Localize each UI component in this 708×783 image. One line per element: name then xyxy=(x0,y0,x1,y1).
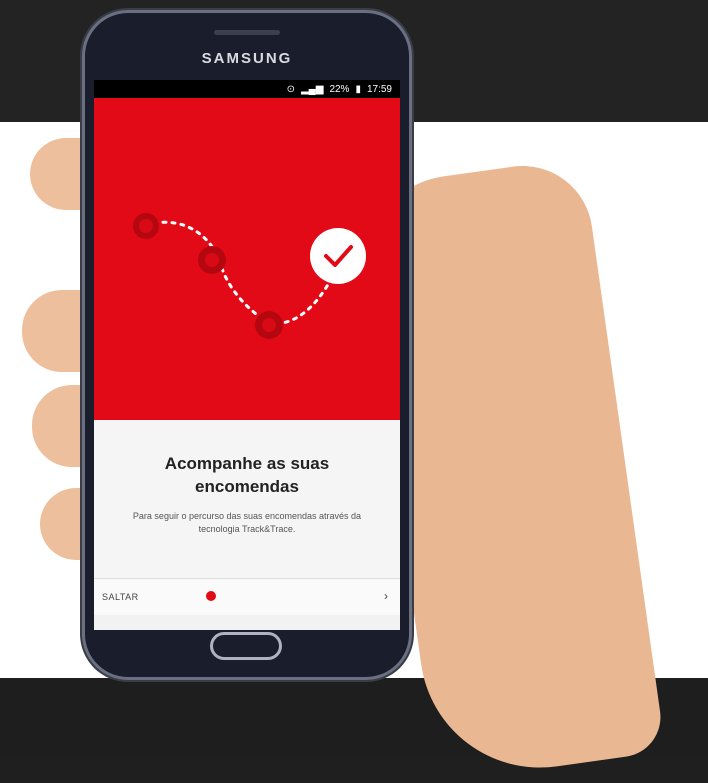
earpiece-speaker xyxy=(214,30,280,35)
route-stop-icon xyxy=(198,246,226,274)
smartphone: SAMSUNG ⊙ ▂▄▆ 22% ▮ 17:59 Acompanhe as s… xyxy=(82,10,412,680)
battery-percentage: 22% xyxy=(329,83,350,95)
page-indicator-dot xyxy=(206,591,216,601)
wifi-icon: ⊙ xyxy=(286,83,295,95)
signal-icon: ▂▄▆ xyxy=(300,83,324,95)
onboarding-navigation: SALTAR › xyxy=(94,578,400,615)
onboarding-description: Para seguir o percurso das suas encomend… xyxy=(132,511,362,534)
onboarding-illustration xyxy=(94,98,400,420)
onboarding-title: Acompanhe as suas encomendas xyxy=(164,454,330,496)
next-button[interactable]: › xyxy=(384,589,388,603)
status-bar: ⊙ ▂▄▆ 22% ▮ 17:59 xyxy=(94,80,400,98)
status-time: 17:59 xyxy=(366,83,392,95)
onboarding-content: Acompanhe as suas encomendas Para seguir… xyxy=(94,420,400,595)
route-stop-icon xyxy=(255,311,283,339)
skip-button[interactable]: SALTAR xyxy=(102,592,139,602)
app-screen: ⊙ ▂▄▆ 22% ▮ 17:59 Acompanhe as suas enco… xyxy=(94,80,400,630)
route-stop-icon xyxy=(133,213,159,239)
home-button[interactable] xyxy=(210,632,282,660)
route-illustration xyxy=(133,213,366,339)
device-brand: SAMSUNG xyxy=(201,50,293,67)
battery-icon: ▮ xyxy=(355,83,361,95)
checkmark-icon xyxy=(310,228,366,284)
